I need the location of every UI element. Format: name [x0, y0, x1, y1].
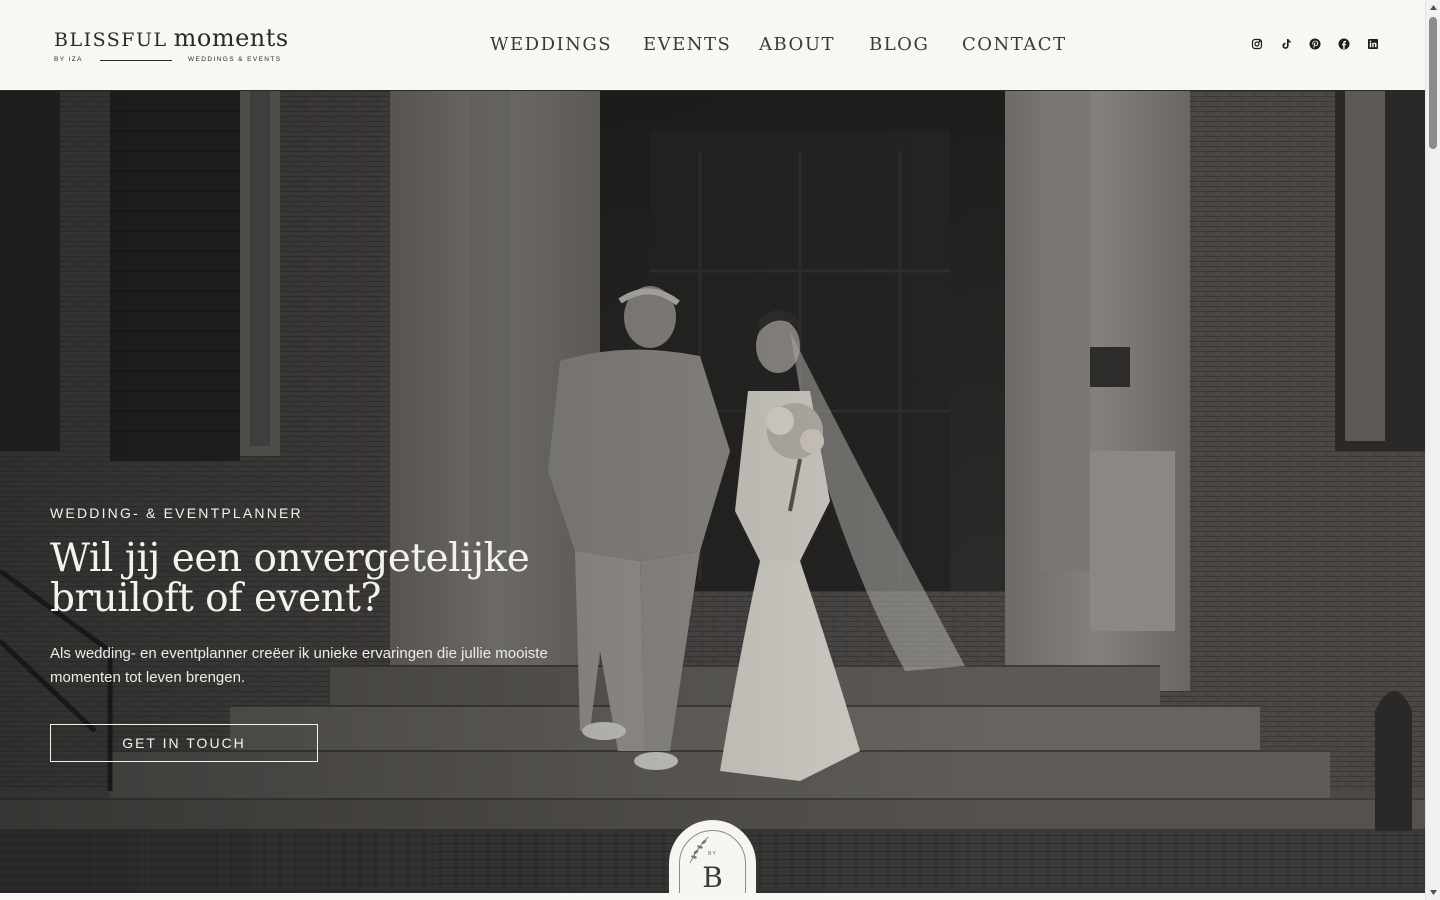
hero-section: WEDDING- & EVENTPLANNER Wil jij een onve… — [0, 91, 1425, 893]
badge-frame: BY B — [679, 830, 746, 893]
nav-item-weddings[interactable]: WEDDINGS — [490, 34, 612, 55]
badge-letter: B — [702, 861, 723, 893]
nav-item-events[interactable]: EVENTS — [643, 34, 731, 55]
logo-blissful: BLISSFUL — [54, 29, 168, 51]
pinterest-icon[interactable] — [1308, 37, 1322, 51]
page-bottom-strip — [0, 893, 1425, 900]
brand-logo[interactable]: BLISSFUL moments BY IZA WEDDINGS & EVENTS — [54, 26, 294, 68]
scroll-thumb[interactable] — [1429, 17, 1437, 149]
linkedin-icon[interactable] — [1366, 37, 1380, 51]
logo-tagline-left: BY IZA — [54, 56, 83, 63]
nav-item-blog[interactable]: BLOG — [869, 34, 929, 55]
instagram-icon[interactable] — [1250, 37, 1264, 51]
scroll-up-arrow-icon[interactable] — [1426, 0, 1440, 15]
hero-overlay — [0, 91, 1425, 893]
nav-item-about[interactable]: ABOUT — [759, 34, 835, 55]
logo-wordmark: BLISSFUL moments — [54, 26, 289, 50]
logo-moments: moments — [173, 24, 289, 52]
logo-tagline-right: WEDDINGS & EVENTS — [188, 56, 282, 63]
nav-item-contact[interactable]: CONTACT — [962, 34, 1067, 55]
hero-lead: Als wedding- en eventplanner creëer ik u… — [50, 645, 548, 686]
site-header: BLISSFUL moments BY IZA WEDDINGS & EVENTS… — [0, 0, 1425, 91]
page-scrollbar[interactable] — [1425, 0, 1440, 900]
logo-divider — [100, 60, 172, 61]
tiktok-icon[interactable] — [1279, 37, 1293, 51]
badge-small-text: BY — [708, 851, 717, 857]
get-in-touch-button[interactable]: GET IN TOUCH — [50, 724, 318, 762]
scroll-down-arrow-icon[interactable] — [1426, 885, 1440, 900]
hero-eyebrow: WEDDING- & EVENTPLANNER — [50, 505, 303, 521]
facebook-icon[interactable] — [1337, 37, 1351, 51]
hero-headline: Wil jij een onvergetelijke bruiloft of e… — [50, 536, 530, 621]
